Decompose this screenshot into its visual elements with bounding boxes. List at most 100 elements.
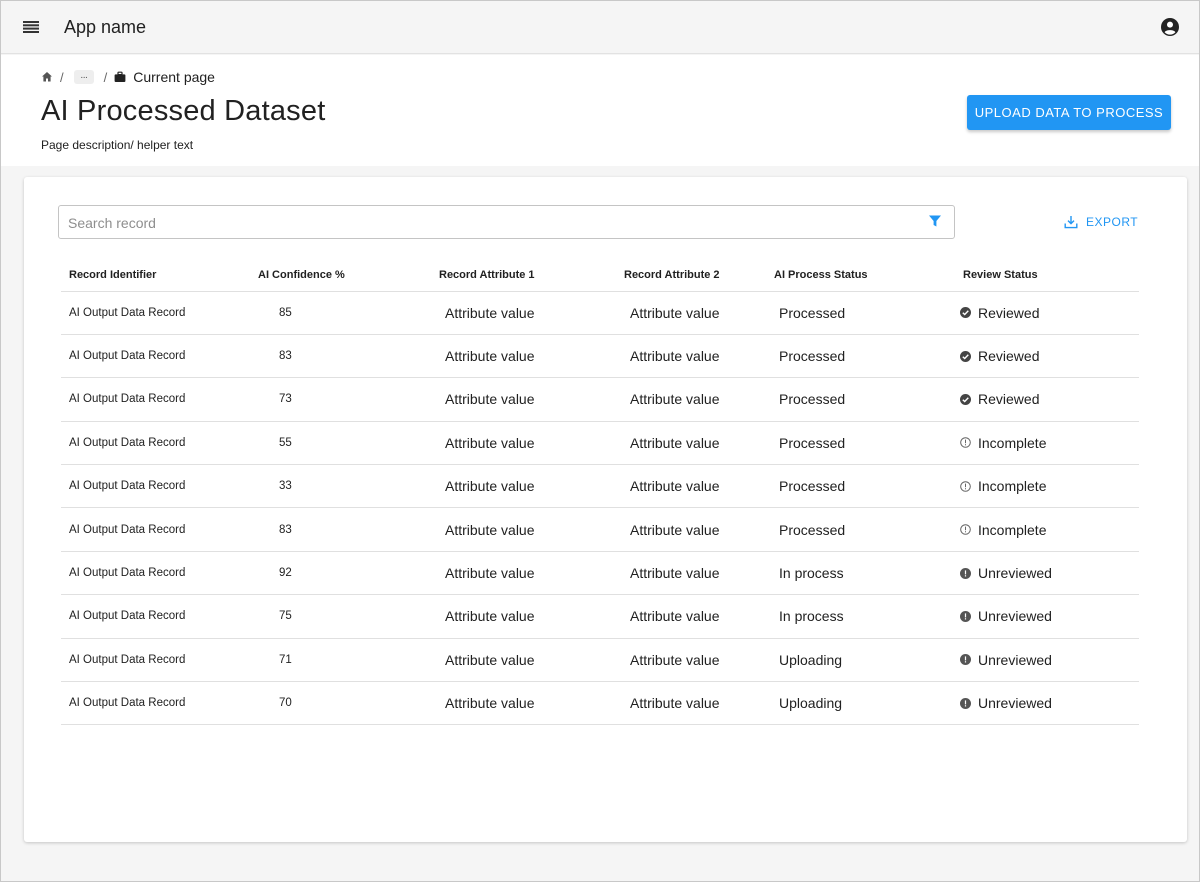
review-status-label: Incomplete [978, 478, 1047, 495]
ai-process-status-cell: Uploading [766, 681, 953, 726]
ai-confidence-cell: 83 [250, 334, 431, 379]
info-outline-icon [960, 480, 971, 492]
ai-process-status-cell: Processed [766, 377, 953, 422]
search-field[interactable] [58, 205, 955, 239]
table-row[interactable]: AI Output Data Record 83 Attribute value At… [61, 507, 1139, 552]
review-status-cell: Incomplete [953, 507, 1139, 552]
error-filled-icon [960, 567, 971, 579]
app-title: App name [64, 17, 147, 37]
column-header-review-status[interactable]: Review Status [953, 259, 1139, 292]
ai-process-status-cell: In process [766, 594, 953, 639]
review-status-cell: Unreviewed [953, 594, 1139, 639]
record-attribute-2-cell: Attribute value [616, 464, 766, 509]
record-identifier-cell: AI Output Data Record [61, 551, 250, 596]
review-status-cell: Incomplete [953, 421, 1139, 466]
ai-confidence-cell: 85 [250, 291, 431, 335]
ai-confidence-cell: 83 [250, 507, 431, 552]
table-row[interactable]: AI Output Data Record 92 Attribute value At… [61, 551, 1139, 596]
menu-icon[interactable] [21, 17, 41, 37]
table-header-row: Record Identifier AI Confidence % Record… [61, 259, 1139, 292]
upload-data-button[interactable]: UPLOAD DATA TO PROCESS [967, 95, 1171, 130]
table-row[interactable]: AI Output Data Record 33 Attribute value At… [61, 464, 1139, 509]
records-table: Record Identifier AI Confidence % Record… [61, 259, 1139, 726]
ai-confidence-cell: 70 [250, 681, 431, 726]
record-attribute-2-cell: Attribute value [616, 594, 766, 639]
record-identifier-cell: AI Output Data Record [61, 464, 250, 509]
error-filled-icon [960, 654, 971, 666]
breadcrumb-separator: / [60, 69, 64, 85]
record-attribute-1-cell: Attribute value [431, 681, 616, 726]
check-circle-icon [960, 307, 971, 319]
record-identifier-cell: AI Output Data Record [61, 507, 250, 552]
breadcrumb: / ··· / Current page [41, 69, 215, 85]
record-identifier-cell: AI Output Data Record [61, 377, 250, 422]
table-row[interactable]: AI Output Data Record 71 Attribute value At… [61, 638, 1139, 683]
column-header-record-attribute-1[interactable]: Record Attribute 1 [431, 259, 616, 292]
record-attribute-2-cell: Attribute value [616, 421, 766, 466]
record-attribute-2-cell: Attribute value [616, 638, 766, 683]
record-attribute-1-cell: Attribute value [431, 594, 616, 639]
table-row[interactable]: AI Output Data Record 55 Attribute value At… [61, 421, 1139, 466]
record-identifier-cell: AI Output Data Record [61, 638, 250, 683]
column-header-ai-confidence[interactable]: AI Confidence % [250, 259, 431, 292]
record-attribute-1-cell: Attribute value [431, 507, 616, 552]
record-identifier-cell: AI Output Data Record [61, 421, 250, 466]
column-header-record-identifier[interactable]: Record Identifier [61, 259, 250, 292]
review-status-label: Unreviewed [978, 651, 1052, 668]
breadcrumb-separator: / [103, 69, 108, 85]
ai-process-status-cell: Processed [766, 507, 953, 552]
home-icon[interactable] [41, 71, 53, 83]
page-title: AI Processed Dataset [41, 95, 326, 127]
record-attribute-2-cell: Attribute value [616, 334, 766, 379]
ai-confidence-cell: 55 [250, 421, 431, 466]
review-status-label: Unreviewed [978, 608, 1052, 625]
record-attribute-2-cell: Attribute value [616, 551, 766, 596]
record-attribute-1-cell: Attribute value [431, 291, 616, 335]
record-attribute-1-cell: Attribute value [431, 421, 616, 466]
review-status-cell: Reviewed [953, 291, 1139, 335]
table-row[interactable]: AI Output Data Record 70 Attribute value At… [61, 681, 1139, 726]
review-status-cell: Reviewed [953, 377, 1139, 422]
table-row[interactable]: AI Output Data Record 73 Attribute value At… [61, 377, 1139, 422]
record-attribute-1-cell: Attribute value [431, 464, 616, 509]
review-status-label: Incomplete [978, 521, 1047, 538]
review-status-label: Incomplete [978, 434, 1047, 451]
review-status-cell: Unreviewed [953, 681, 1139, 726]
check-circle-icon [960, 350, 971, 362]
breadcrumb-current: Current page [133, 69, 215, 85]
review-status-label: Reviewed [978, 391, 1040, 408]
ai-confidence-cell: 75 [250, 594, 431, 639]
ai-process-status-cell: Processed [766, 464, 953, 509]
download-icon [1064, 216, 1078, 229]
export-label: EXPORT [1086, 215, 1139, 229]
review-status-cell: Unreviewed [953, 551, 1139, 596]
record-identifier-cell: AI Output Data Record [61, 291, 250, 335]
ai-process-status-cell: Processed [766, 334, 953, 379]
column-header-record-attribute-2[interactable]: Record Attribute 2 [616, 259, 766, 292]
breadcrumb-more-button[interactable]: ··· [73, 70, 94, 84]
ai-confidence-cell: 92 [250, 551, 431, 596]
ai-process-status-cell: In process [766, 551, 953, 596]
record-identifier-cell: AI Output Data Record [61, 334, 250, 379]
app-bar: App name [1, 1, 1199, 54]
review-status-label: Unreviewed [978, 565, 1052, 582]
ai-process-status-cell: Processed [766, 421, 953, 466]
export-button[interactable]: EXPORT [1064, 212, 1138, 232]
search-input[interactable] [68, 213, 908, 233]
filter-icon[interactable] [928, 214, 942, 228]
ai-confidence-cell: 71 [250, 638, 431, 683]
record-attribute-1-cell: Attribute value [431, 638, 616, 683]
column-header-ai-process-status[interactable]: AI Process Status [766, 259, 953, 292]
record-attribute-1-cell: Attribute value [431, 377, 616, 422]
review-status-cell: Reviewed [953, 334, 1139, 379]
table-row[interactable]: AI Output Data Record 83 Attribute value At… [61, 334, 1139, 379]
account-circle-icon[interactable] [1160, 17, 1180, 37]
briefcase-icon [114, 71, 126, 83]
record-identifier-cell: AI Output Data Record [61, 594, 250, 639]
table-row[interactable]: AI Output Data Record 85 Attribute value At… [61, 291, 1139, 335]
record-attribute-2-cell: Attribute value [616, 291, 766, 335]
ai-confidence-cell: 33 [250, 464, 431, 509]
check-circle-icon [960, 393, 971, 405]
page-description: Page description/ helper text [41, 138, 194, 152]
table-row[interactable]: AI Output Data Record 75 Attribute value At… [61, 594, 1139, 639]
